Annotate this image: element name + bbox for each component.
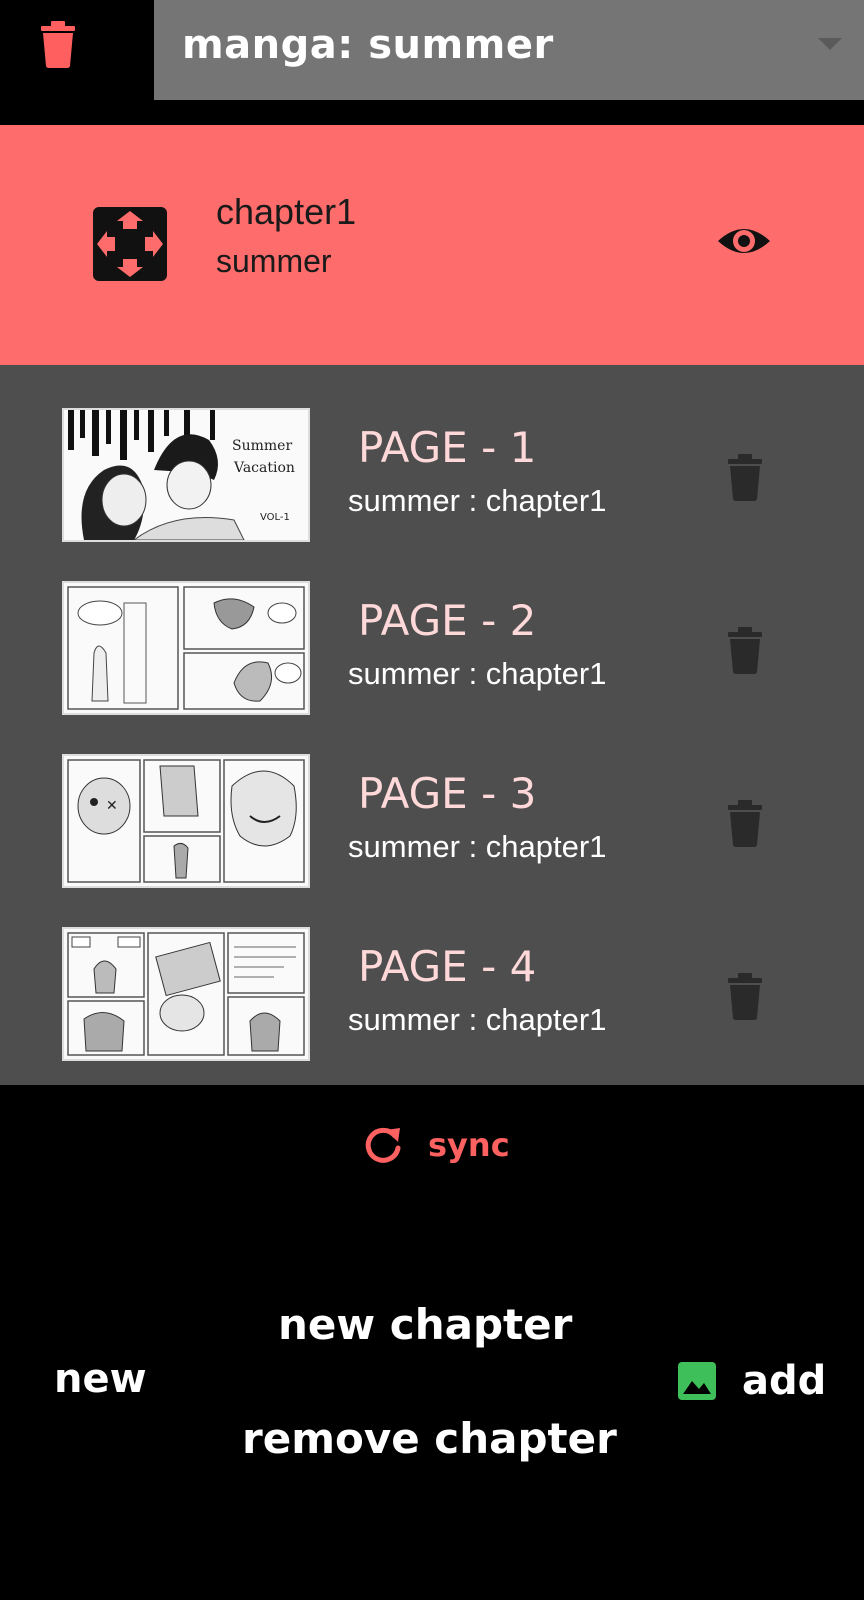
trash-icon[interactable] [726, 972, 764, 1020]
page-thumbnail [62, 927, 310, 1061]
trash-icon[interactable] [38, 20, 78, 68]
page-subtitle: summer : chapter1 [348, 483, 607, 518]
trash-icon[interactable] [726, 799, 764, 847]
page-thumbnail: Summer Vacation VOL-1 [62, 408, 310, 542]
page-subtitle: summer : chapter1 [348, 1002, 607, 1037]
add-label: add [742, 1358, 827, 1404]
list-item[interactable]: Summer Vacation VOL-1 PAGE - 1 summer : … [0, 365, 864, 542]
page-subtitle: summer : chapter1 [348, 829, 607, 864]
top-bar: manga: summer [0, 0, 864, 125]
page-thumbnail [62, 581, 310, 715]
page-title: PAGE - 4 [358, 942, 537, 991]
list-item[interactable]: PAGE - 4 summer : chapter1 [0, 884, 864, 1061]
manga-selector-label: manga: summer [182, 22, 554, 68]
page-title: PAGE - 3 [358, 769, 537, 818]
chevron-down-icon [818, 38, 842, 50]
chapter-icon [93, 207, 167, 281]
page-thumbnail: ✕ [62, 754, 310, 888]
trash-icon[interactable] [726, 626, 764, 674]
eye-icon[interactable] [716, 213, 772, 269]
page-title: PAGE - 1 [358, 423, 537, 472]
trash-icon[interactable] [726, 453, 764, 501]
add-image-button[interactable]: add [678, 1358, 826, 1404]
page-list: Summer Vacation VOL-1 PAGE - 1 summer : … [0, 365, 864, 1085]
sync-label: sync [428, 1126, 510, 1164]
svg-text:✕: ✕ [106, 798, 118, 814]
chapter-manga-name: summer [216, 243, 332, 279]
list-item[interactable]: ✕ PAGE - 3 summer : chapter1 [0, 711, 864, 888]
page-title: PAGE - 2 [358, 596, 537, 645]
manga-selector[interactable]: manga: summer [154, 0, 864, 100]
page-subtitle: summer : chapter1 [348, 656, 607, 691]
image-icon [678, 1362, 716, 1400]
list-item[interactable]: PAGE - 2 summer : chapter1 [0, 538, 864, 715]
new-chapter-button[interactable]: new chapter [278, 1300, 572, 1349]
new-button[interactable]: new [54, 1356, 147, 1402]
svg-text:Vacation: Vacation [233, 460, 295, 476]
refresh-icon [365, 1127, 401, 1163]
sync-button[interactable]: sync [362, 1120, 510, 1170]
svg-text:Summer: Summer [232, 438, 292, 454]
chapter-title: chapter1 [216, 191, 357, 232]
svg-text:VOL-1: VOL-1 [260, 512, 290, 523]
chapter-header[interactable]: chapter1 summer [0, 125, 864, 365]
remove-chapter-button[interactable]: remove chapter [242, 1414, 617, 1463]
